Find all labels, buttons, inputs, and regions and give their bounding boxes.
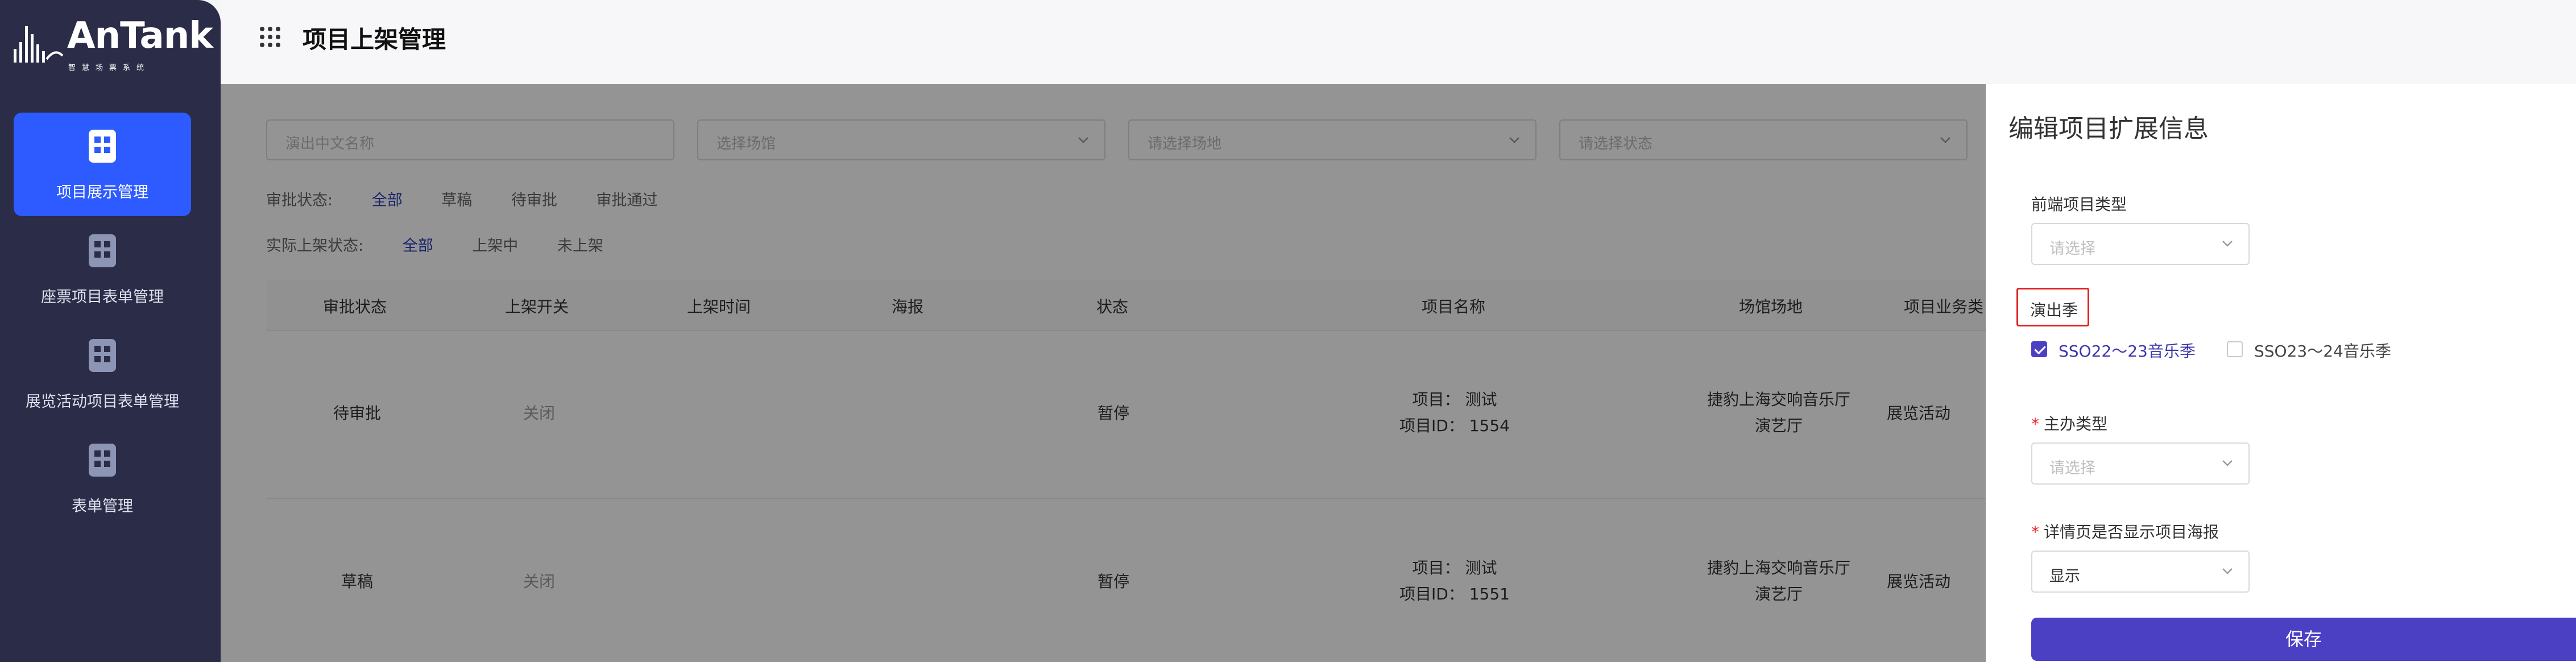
building-icon (89, 444, 116, 477)
show-poster-label: * 详情页是否显示项目海报 (2031, 520, 2219, 543)
logo-subtitle: 智慧场票系统 (68, 64, 151, 72)
modal-overlay[interactable] (221, 84, 1986, 662)
building-icon (89, 234, 116, 267)
building-icon (89, 130, 116, 163)
logo-text: AnTank (67, 15, 213, 57)
show-poster-select[interactable]: 显示 (2031, 551, 2250, 593)
frontend-type-label: 前端项目类型 (2031, 195, 2127, 214)
season-label: 演出季 (2030, 301, 2078, 320)
top-header: 项目上架管理 (221, 0, 2576, 84)
host-type-select[interactable]: 请选择 (2031, 442, 2250, 485)
chevron-down-icon (2222, 568, 2233, 574)
sidebar-item-label: 表单管理 (72, 498, 133, 515)
sidebar: AnTank 智慧场票系统 项目展示管理 座票项目表单管理 展览活动项目表单管理… (0, 0, 221, 662)
chevron-down-icon (2222, 460, 2233, 466)
sidebar-item-project-display[interactable]: 项目展示管理 (14, 113, 191, 216)
building-icon (89, 339, 116, 372)
sidebar-item-form-management[interactable]: 表单管理 (14, 427, 191, 530)
season-checkbox-sso22[interactable] (2031, 341, 2047, 357)
logo: AnTank 智慧场票系统 (13, 14, 213, 72)
required-mark: * (2031, 523, 2039, 541)
sidebar-item-exhibition-form[interactable]: 展览活动项目表单管理 (14, 322, 191, 425)
edit-extension-drawer: 编辑项目扩展信息 前端项目类型 请选择 演出季 SSO22～23音乐季 SSO2… (1986, 84, 2576, 662)
required-mark: * (2031, 415, 2039, 433)
sidebar-item-label: 项目展示管理 (56, 184, 148, 201)
save-button[interactable]: 保存 (2031, 618, 2576, 661)
grid-menu-icon[interactable] (259, 26, 281, 48)
season-option-label[interactable]: SSO22～23音乐季 (2059, 339, 2196, 362)
logo-bars-icon (14, 26, 64, 63)
frontend-type-select[interactable]: 请选择 (2031, 223, 2250, 265)
select-value: 显示 (2049, 568, 2080, 585)
sidebar-item-seat-ticket-form[interactable]: 座票项目表单管理 (14, 217, 191, 321)
season-option-label[interactable]: SSO23～24音乐季 (2254, 339, 2391, 362)
season-checkbox-sso23[interactable] (2227, 341, 2243, 357)
drawer-title: 编辑项目扩展信息 (2008, 114, 2209, 143)
field-label-text: 主办类型 (2044, 415, 2108, 433)
select-placeholder: 请选择 (2049, 240, 2095, 258)
host-type-label: * 主办类型 (2031, 412, 2107, 435)
sidebar-item-label: 座票项目表单管理 (41, 288, 164, 306)
field-label-text: 详情页是否显示项目海报 (2044, 523, 2219, 541)
sidebar-item-label: 展览活动项目表单管理 (26, 393, 179, 411)
select-placeholder: 请选择 (2049, 460, 2095, 477)
page-title: 项目上架管理 (303, 26, 446, 53)
chevron-down-icon (2222, 241, 2233, 247)
